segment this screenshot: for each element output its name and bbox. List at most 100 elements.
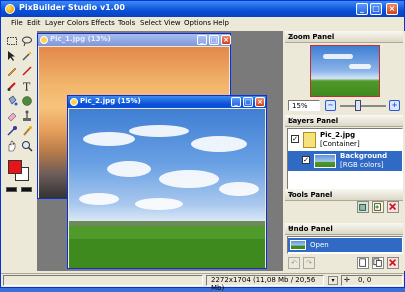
toolbox: T xyxy=(3,32,35,192)
layer-visibility-checkbox[interactable]: ✓ xyxy=(291,135,299,143)
new-layer-icon xyxy=(359,204,366,211)
copy-icon xyxy=(373,258,382,267)
line-icon[interactable] xyxy=(21,65,33,77)
foreground-color-swatch[interactable] xyxy=(8,160,22,174)
maximize-button[interactable]: □ xyxy=(370,3,382,15)
snapshot-button[interactable] xyxy=(372,257,384,269)
eyedropper-icon[interactable] xyxy=(6,125,18,137)
doc-titlebar-pic2[interactable]: Pic_2.jpg (15%) _ □ × xyxy=(68,96,266,108)
clone-stamp-icon[interactable] xyxy=(21,110,33,122)
duplicate-layer-button[interactable] xyxy=(372,201,384,213)
status-dimensions: 2272x1704 (11,08 Mb / 20,56 Mb) xyxy=(211,276,316,292)
tools-panel-header[interactable]: Tools Panel × xyxy=(285,189,403,201)
zoom-slider-thumb[interactable] xyxy=(355,100,361,111)
delete-icon xyxy=(389,259,397,267)
new-layer-button[interactable] xyxy=(357,201,369,213)
doc2-minimize-button[interactable]: _ xyxy=(231,97,241,107)
zoom-value-field[interactable]: 15% xyxy=(288,100,320,111)
mask-mode-button[interactable] xyxy=(6,187,17,192)
gradient-icon[interactable] xyxy=(21,95,33,107)
layer-name: Pic_2.jpg xyxy=(320,131,356,139)
doc-titlebar-pic1[interactable]: Pic_1.jpg (13%) _ □ × xyxy=(38,34,231,46)
layer-thumbnail xyxy=(314,154,336,168)
status-dropdown-button[interactable]: ▾ xyxy=(328,276,338,285)
menu-help[interactable]: Help xyxy=(213,19,229,27)
undo-button[interactable]: ↶ xyxy=(288,257,300,269)
layers-panel-close-icon[interactable]: × xyxy=(288,116,400,124)
paint-bucket-icon[interactable] xyxy=(6,95,18,107)
undo-item[interactable]: Open xyxy=(288,238,402,252)
svg-text:T: T xyxy=(23,81,31,93)
eraser-icon[interactable] xyxy=(6,110,18,122)
menu-file[interactable]: File xyxy=(11,19,23,27)
status-coords-pane: ✛ 0, 0 xyxy=(341,275,403,286)
workspace: Pic_1.jpg (13%) _ □ × Pic_2.jpg (15%) _ … xyxy=(37,31,283,271)
page-icon xyxy=(359,258,366,267)
status-dimensions-pane: 2272x1704 (11,08 Mb / 20,56 Mb) xyxy=(206,275,324,292)
menu-effects[interactable]: Effects xyxy=(91,19,115,27)
close-button[interactable]: × xyxy=(386,3,398,15)
crosshair-icon: ✛ xyxy=(344,276,350,284)
layers-panel-header[interactable]: Layers Panel × xyxy=(285,115,403,127)
magic-wand-icon[interactable] xyxy=(21,50,33,62)
doc2-close-button[interactable]: × xyxy=(255,97,265,107)
doc1-minimize-button[interactable]: _ xyxy=(197,35,207,45)
lasso-icon[interactable] xyxy=(21,35,33,47)
zoom-preview[interactable] xyxy=(310,45,380,97)
doc-icon xyxy=(40,36,48,44)
status-bar: 2272x1704 (11,08 Mb / 20,56 Mb) ▾ ✛ 0, 0 xyxy=(1,273,404,292)
folder-icon xyxy=(303,132,316,148)
move-icon[interactable] xyxy=(6,50,18,62)
hand-icon[interactable] xyxy=(6,140,18,152)
text-tool-icon[interactable]: T xyxy=(21,80,33,93)
minimize-button[interactable]: _ xyxy=(356,3,368,15)
delete-history-button[interactable] xyxy=(387,257,399,269)
menu-layer[interactable]: Layer xyxy=(45,19,65,27)
doc1-close-button[interactable]: × xyxy=(221,35,231,45)
menu-edit[interactable]: Edit xyxy=(27,19,41,27)
zoom-out-button[interactable]: − xyxy=(325,100,336,111)
layers-list: ✓ Pic_2.jpg [Container] ✓ Background [RG… xyxy=(287,128,403,198)
new-snapshot-button[interactable] xyxy=(357,257,369,269)
layer-info: [Container] xyxy=(320,140,360,148)
app-window: PixBuilder Studio v1.00 _ □ × File Edit … xyxy=(0,0,405,292)
color-swatches xyxy=(5,157,33,185)
menu-select[interactable]: Select xyxy=(140,19,162,27)
zoom-icon[interactable] xyxy=(21,140,33,152)
menu-tools[interactable]: Tools xyxy=(118,19,135,27)
menu-view[interactable]: View xyxy=(164,19,181,27)
brush-icon[interactable] xyxy=(6,80,18,92)
delete-layer-button[interactable] xyxy=(387,201,399,213)
menu-colors[interactable]: Colors xyxy=(67,19,89,27)
layer-name: Background xyxy=(340,152,388,160)
pencil-icon[interactable] xyxy=(6,65,18,77)
redo-button[interactable]: ↷ xyxy=(303,257,315,269)
layer-info: [RGB colors] xyxy=(340,161,384,169)
zoom-panel-close-icon[interactable]: × xyxy=(288,32,400,40)
layer-row-background[interactable]: ✓ Background [RGB colors] xyxy=(288,151,402,171)
zoom-in-button[interactable]: + xyxy=(389,100,400,111)
undo-panel-close-icon[interactable]: × xyxy=(288,224,400,232)
zoom-panel-header[interactable]: Zoom Panel × xyxy=(285,31,403,43)
zoom-slider-track[interactable] xyxy=(340,105,386,107)
menu-bar: File Edit Layer Colors Effects Tools Sel… xyxy=(1,17,404,30)
menu-options[interactable]: Options xyxy=(184,19,211,27)
document-window-pic2[interactable]: Pic_2.jpg (15%) _ □ × xyxy=(67,95,267,269)
undo-panel-header[interactable]: Undo Panel × xyxy=(285,223,403,235)
undo-item-thumbnail xyxy=(290,240,306,250)
layer-row-container[interactable]: ✓ Pic_2.jpg [Container] xyxy=(288,130,402,150)
delete-layer-icon xyxy=(389,203,397,211)
doc2-maximize-button[interactable]: □ xyxy=(243,97,253,107)
burn-icon[interactable] xyxy=(21,125,33,137)
layer-visibility-checkbox[interactable]: ✓ xyxy=(302,156,310,164)
screen-mode-button[interactable] xyxy=(21,187,32,192)
marquee-rect-icon[interactable] xyxy=(6,35,18,47)
tools-panel-close-icon[interactable]: × xyxy=(288,190,400,198)
title-bar[interactable]: PixBuilder Studio v1.00 _ □ × xyxy=(1,1,404,17)
doc-icon xyxy=(70,98,78,106)
doc1-maximize-button[interactable]: □ xyxy=(209,35,219,45)
panels-dock: Zoom Panel × 15% − + Layers Panel × ✓ Pi… xyxy=(285,31,405,271)
app-logo-icon xyxy=(5,4,15,14)
landscape-image[interactable] xyxy=(69,109,265,268)
undo-list: Open xyxy=(287,236,403,254)
